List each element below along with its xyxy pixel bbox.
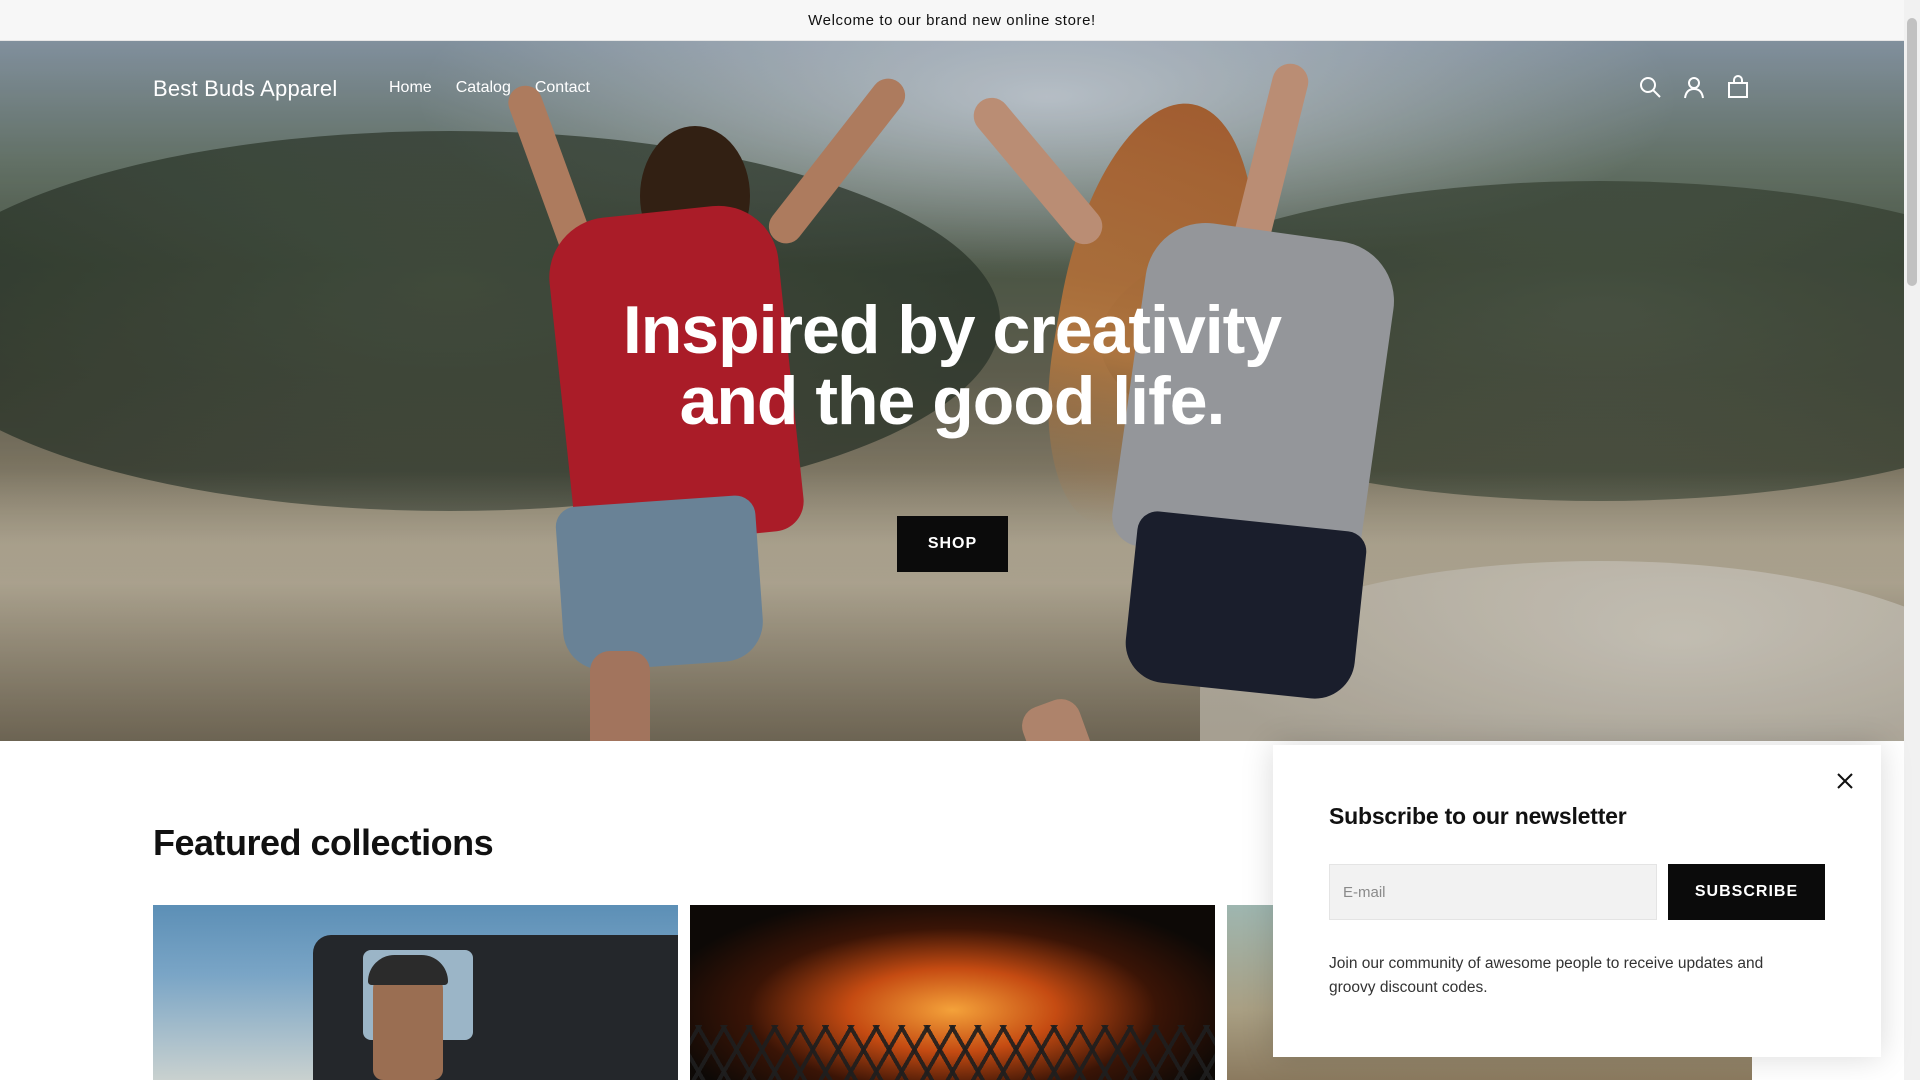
hero-heading: Inspired by creativity and the good life… [0, 295, 1904, 437]
newsletter-description: Join our community of awesome people to … [1329, 955, 1764, 996]
newsletter-popup: Subscribe to our newsletter SUBSCRIBE Jo… [1273, 745, 1881, 1057]
collection-card[interactable] [690, 905, 1215, 1080]
close-icon [1837, 773, 1853, 789]
search-icon[interactable] [1638, 75, 1662, 99]
email-input[interactable] [1329, 864, 1657, 920]
nav-home[interactable]: Home [389, 79, 432, 97]
announcement-bar: Welcome to our brand new online store! [0, 0, 1904, 41]
hero-heading-line-1: Inspired by creativity [622, 292, 1282, 368]
nav-catalog[interactable]: Catalog [456, 79, 511, 97]
account-icon[interactable] [1682, 75, 1706, 99]
hero-banner: Inspired by creativity and the good life… [0, 41, 1904, 741]
close-popup-button[interactable] [1835, 771, 1855, 791]
subscribe-button[interactable]: SUBSCRIBE [1668, 864, 1825, 920]
newsletter-title: Subscribe to our newsletter [1329, 803, 1627, 829]
announcement-text: Welcome to our brand new online store! [808, 11, 1096, 29]
shop-button[interactable]: SHOP [897, 516, 1008, 572]
hero-heading-line-2: and the good life. [679, 363, 1226, 439]
featured-collections-heading: Featured collections [153, 822, 494, 863]
nav-contact[interactable]: Contact [535, 79, 590, 97]
scrollbar-thumb[interactable] [1907, 18, 1917, 286]
header-icons [1638, 75, 1750, 99]
site-header: Best Buds Apparel Home Catalog Contact [0, 41, 1904, 137]
collection-card[interactable] [153, 905, 678, 1080]
store-logo[interactable]: Best Buds Apparel [153, 76, 337, 102]
cart-icon[interactable] [1726, 75, 1750, 99]
main-nav: Home Catalog Contact [389, 79, 590, 97]
